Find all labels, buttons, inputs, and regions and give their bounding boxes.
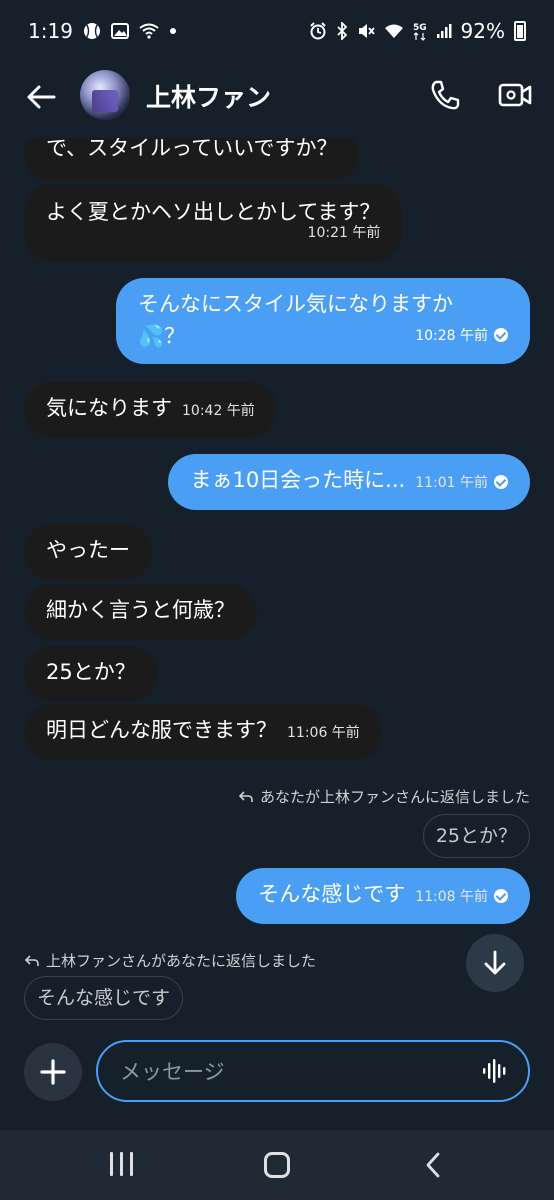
reply-quote-text: そんな感じです	[37, 987, 171, 1009]
message-bubble[interactable]: やったー	[24, 524, 152, 580]
reply-quote[interactable]: 25とか？	[422, 814, 530, 858]
message-text: 💦？	[138, 324, 186, 348]
gallery-icon	[110, 23, 129, 39]
message-text: やったー	[46, 538, 130, 562]
reply-note: 上林ファンさんがあなたに返信しました	[24, 950, 316, 971]
reply-note-text: 上林ファンさんがあなたに返信しました	[46, 952, 317, 970]
reply-note-text: あなたが上林ファンさんに返信しました	[259, 788, 530, 806]
home-button[interactable]	[264, 1152, 290, 1178]
recents-button[interactable]	[106, 1152, 136, 1178]
message-text: で、スタイルっていいですか？	[46, 138, 338, 160]
message-bubble[interactable]: そんな感じです 11:08 午前	[236, 868, 530, 924]
video-camera-icon	[498, 83, 532, 107]
message-bubble[interactable]: 細かく言うと何歳？	[24, 584, 257, 640]
message-bubble[interactable]: 気になります 10:42 午前	[24, 382, 277, 438]
chat-title[interactable]: 上林ファン	[146, 78, 271, 114]
baseball-icon	[83, 22, 101, 40]
video-call-button[interactable]	[496, 76, 534, 114]
message-bubble[interactable]: よく夏とかヘソ出しとかしてます？ 10:21 午前	[24, 184, 403, 262]
reply-arrow-icon	[238, 790, 253, 802]
wifi-calling-icon	[139, 23, 159, 39]
add-attachment-button[interactable]	[24, 1043, 82, 1101]
phone-icon	[431, 80, 460, 110]
read-check-icon	[494, 328, 508, 342]
bluetooth-icon	[336, 22, 348, 40]
message-time: 10:21 午前	[307, 225, 381, 241]
message-text: 細かく言うと何歳？	[46, 598, 235, 622]
chat-header: 上林ファン	[0, 62, 554, 138]
call-button[interactable]	[426, 76, 464, 114]
message-text: 明日どんな服できます？	[46, 718, 277, 742]
read-check-icon	[494, 475, 508, 489]
message-text: よく夏とかヘソ出しとかしてます？	[46, 200, 381, 224]
reply-note: あなたが上林ファンさんに返信しました	[238, 786, 530, 807]
mute-icon	[357, 22, 375, 40]
svg-text:5G: 5G	[413, 23, 427, 33]
voice-message-button[interactable]	[478, 1055, 512, 1087]
scroll-to-bottom-button[interactable]	[466, 934, 524, 992]
5g-icon: 5G	[413, 21, 427, 41]
voice-wave-icon	[483, 1059, 506, 1083]
arrow-down-icon	[484, 950, 506, 975]
system-back-button[interactable]	[420, 1150, 446, 1180]
back-button[interactable]	[24, 80, 58, 114]
arrow-left-icon	[27, 85, 56, 109]
plus-icon	[40, 1059, 66, 1085]
battery-icon	[514, 21, 526, 41]
message-bubble[interactable]: 25とか？	[24, 646, 158, 702]
message-time: 11:08 午前	[415, 889, 488, 905]
read-check-icon	[494, 889, 508, 903]
message-bubble[interactable]: そんなにスタイル気になりますか 💦？ 10:28 午前	[116, 278, 530, 364]
alarm-icon	[309, 22, 327, 40]
message-time: 11:06 午前	[287, 725, 360, 741]
chevron-left-icon	[426, 1152, 440, 1178]
system-nav-bar	[0, 1130, 554, 1200]
status-time: 1:19	[28, 19, 73, 43]
reply-quote[interactable]: そんな感じです	[24, 976, 184, 1020]
signal-icon	[436, 23, 452, 39]
message-text: まぁ10日会った時に...	[190, 468, 406, 492]
status-bar: 1:19 5G 92%	[0, 0, 554, 62]
message-text: 25とか？	[46, 660, 136, 684]
message-time: 10:28 午前	[415, 328, 488, 344]
message-text: そんな感じです	[258, 882, 406, 906]
message-list[interactable]: で、スタイルっていいですか？ よく夏とかヘソ出しとかしてます？ 10:21 午前…	[0, 138, 554, 1028]
message-input-placeholder: メッセージ	[120, 1060, 225, 1084]
message-text: 気になります	[46, 396, 172, 420]
battery-percent: 92%	[460, 19, 505, 43]
notification-dot-icon	[169, 27, 177, 35]
message-time: 10:42 午前	[182, 403, 255, 419]
avatar[interactable]	[80, 70, 130, 120]
message-bubble[interactable]: まぁ10日会った時に... 11:01 午前	[168, 454, 530, 510]
message-bubble[interactable]: で、スタイルっていいですか？	[24, 138, 360, 180]
reply-quote-text: 25とか？	[435, 825, 517, 847]
message-time: 11:01 午前	[415, 475, 488, 491]
message-text: そんなにスタイル気になりますか	[138, 292, 453, 316]
wifi-icon	[384, 23, 404, 39]
message-input[interactable]: メッセージ	[96, 1040, 530, 1102]
reply-arrow-icon	[24, 954, 39, 966]
message-bubble[interactable]: 明日どんな服できます？ 11:06 午前	[24, 704, 382, 760]
